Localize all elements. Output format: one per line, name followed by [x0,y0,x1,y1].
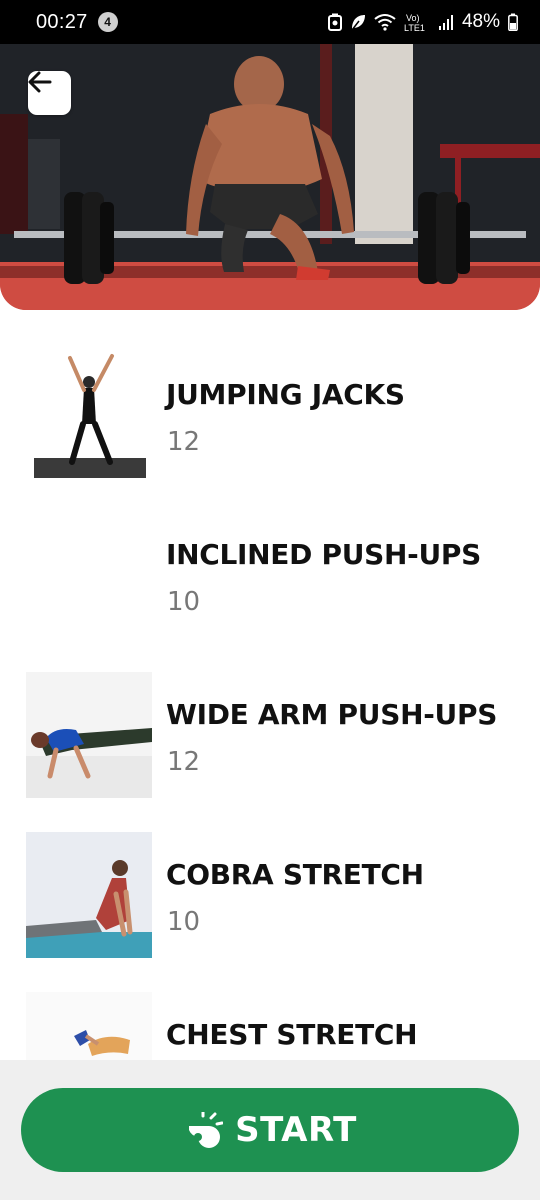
exercise-reps: 10 [167,907,201,937]
status-icons: Vo) LTE1 48% [327,11,518,33]
signal-icon [438,13,454,31]
exercise-name: WIDE ARM PUSH-UPS [166,698,498,731]
notification-count-badge: 4 [97,12,118,32]
volte-icon: Vo) LTE1 [404,12,430,32]
exercise-thumbnail [26,672,152,798]
wifi-icon [374,13,396,31]
exercise-name: COBRA STRETCH [166,858,424,891]
exercise-reps: 12 [167,427,201,457]
exercise-name: CHEST STRETCH [166,1018,418,1051]
status-time: 00:27 [36,10,88,33]
back-button[interactable] [28,71,71,115]
battery-saver-icon [327,13,342,31]
status-bar: 00:27 4 Vo) LTE1 48% [0,0,540,44]
exercise-name: JUMPING JACKS [166,378,405,411]
exercise-reps: 10 [167,587,201,617]
exercise-list[interactable]: JUMPING JACKS 12 INCLINED PUSH-UPS 10 WI… [0,350,540,1060]
exercise-item-wide-arm-push-ups[interactable]: WIDE ARM PUSH-UPS 12 [0,670,540,800]
exercise-thumbnail [26,352,152,478]
start-label: START [235,1110,357,1150]
svg-text:Vo): Vo) [406,13,420,23]
hero-illustration [0,44,540,310]
exercise-thumbnail [26,832,152,958]
svg-text:LTE1: LTE1 [404,23,425,32]
whistle-icon [183,1112,224,1148]
bottom-bar: START [0,1060,540,1200]
start-button[interactable]: START [21,1088,519,1172]
exercise-item-chest-stretch[interactable]: CHEST STRETCH [0,990,540,1060]
exercise-item-cobra-stretch[interactable]: COBRA STRETCH 10 [0,830,540,960]
battery-icon [508,13,518,31]
exercise-reps: 12 [167,747,201,777]
exercise-thumbnail [26,512,152,638]
leaf-icon [350,13,366,31]
workout-hero-image [0,44,540,310]
exercise-thumbnail [26,992,152,1060]
exercise-item-jumping-jacks[interactable]: JUMPING JACKS 12 [0,350,540,480]
exercise-item-inclined-push-ups[interactable]: INCLINED PUSH-UPS 10 [0,510,540,640]
battery-percentage: 48% [461,11,500,32]
exercise-name: INCLINED PUSH-UPS [166,538,482,571]
